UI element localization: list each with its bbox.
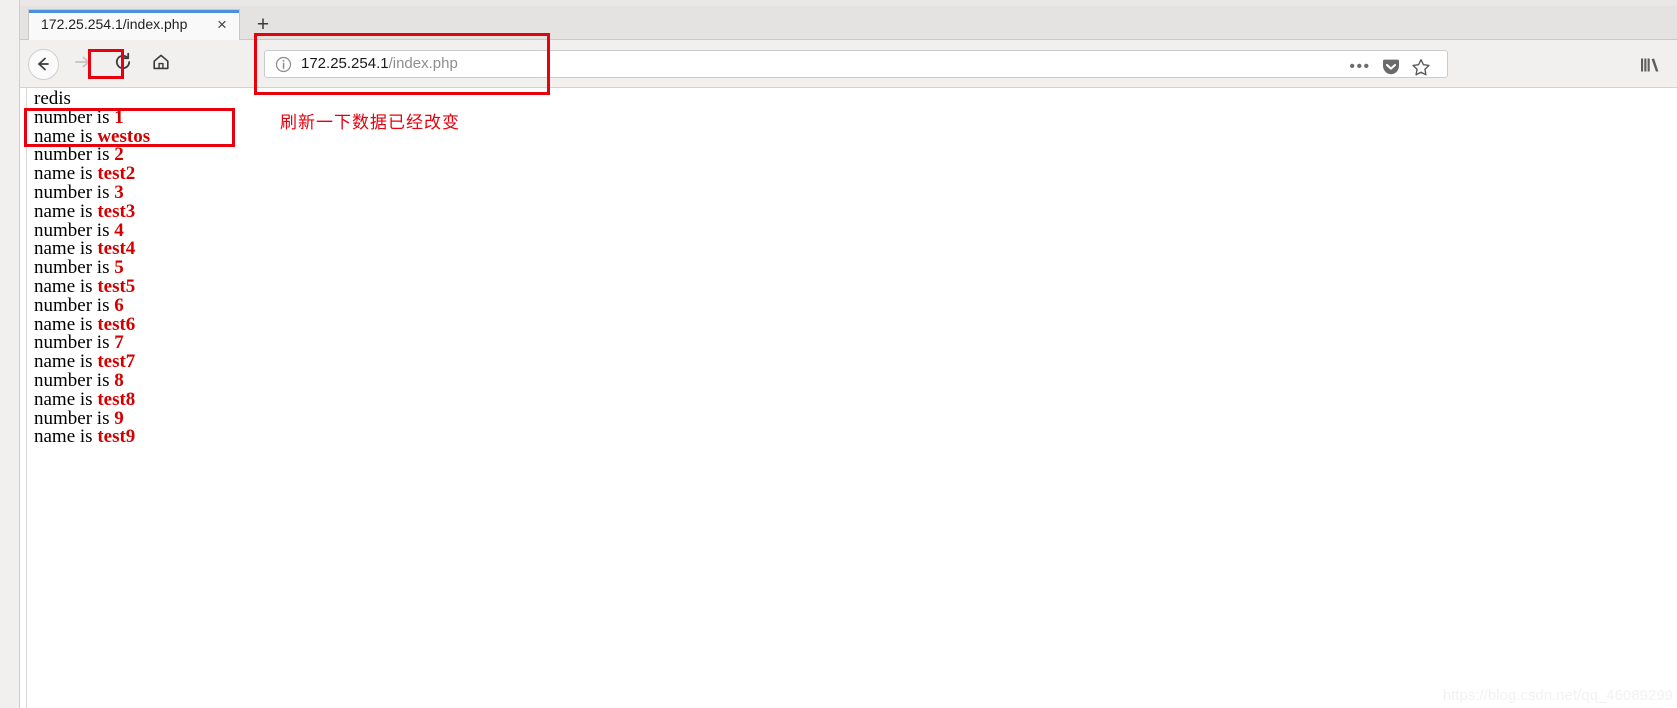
home-button[interactable] — [145, 48, 177, 80]
back-button[interactable] — [27, 48, 59, 80]
content-viewport: redis number is 1 name is westos number is… — [20, 88, 1677, 708]
annotation-note: 刷新一下数据已经改变 — [280, 113, 460, 133]
reload-icon — [113, 52, 133, 77]
page-actions-menu-icon[interactable]: ••• — [1349, 57, 1371, 77]
new-tab-icon[interactable]: + — [252, 14, 274, 36]
window-left-edge — [0, 0, 20, 708]
library-icon[interactable] — [1639, 56, 1661, 74]
record-value: test9 — [97, 426, 136, 448]
home-icon — [151, 52, 171, 77]
bookmark-star-icon[interactable] — [1411, 57, 1431, 77]
close-icon[interactable]: × — [213, 16, 231, 34]
pocket-icon[interactable] — [1381, 57, 1401, 77]
page-content: redis number is 1 name is westos number is… — [34, 89, 150, 448]
record-line: name is test9 — [34, 426, 150, 448]
tab-active-accent — [29, 10, 239, 13]
back-icon — [27, 48, 59, 80]
tab-label: 172.25.254.1/index.php — [41, 16, 188, 32]
window-title: Mozilla Firefox — [20, 0, 1677, 1]
url-path: /index.php — [388, 55, 458, 72]
content-left-rule — [20, 88, 27, 708]
navigation-toolbar: 172.25.254.1/index.php ••• — [20, 40, 1677, 88]
url-host: 172.25.254.1 — [301, 55, 389, 72]
reload-button[interactable] — [107, 48, 139, 80]
watermark: https://blog.csdn.net/qq_46089299 — [1442, 687, 1673, 704]
tab-bar: 172.25.254.1/index.php × + — [20, 6, 1677, 40]
forward-arrow-icon — [73, 53, 93, 76]
info-circle-icon[interactable] — [275, 56, 292, 73]
url-bar[interactable]: 172.25.254.1/index.php ••• — [264, 50, 1448, 78]
tab-active[interactable]: 172.25.254.1/index.php × — [28, 9, 240, 40]
browser-window: Mozilla Firefox 172.25.254.1/index.php ×… — [0, 0, 1677, 708]
record-list: number is 1 name is westos number is 2 name… — [34, 108, 150, 448]
forward-button — [67, 48, 99, 80]
record-label: name is — [34, 426, 98, 448]
url-text: 172.25.254.1/index.php — [301, 55, 458, 72]
